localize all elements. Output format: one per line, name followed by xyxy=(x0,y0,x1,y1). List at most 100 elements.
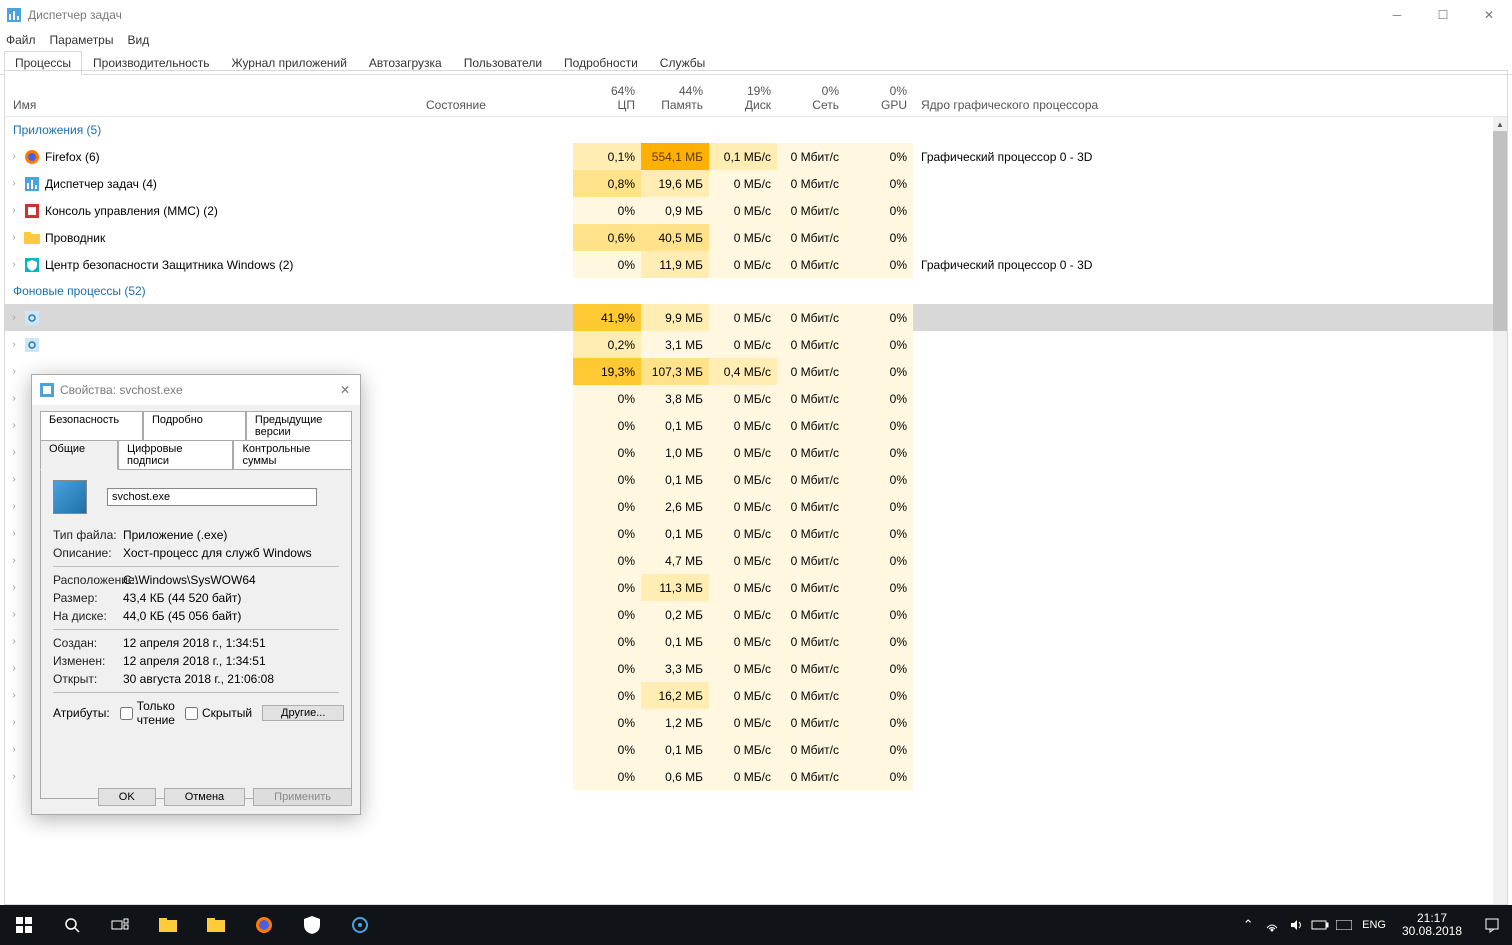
cell: 0% xyxy=(845,197,913,224)
expand-icon[interactable]: › xyxy=(5,205,23,216)
tray-volume-icon[interactable] xyxy=(1284,905,1308,945)
taskbar-settings[interactable] xyxy=(336,905,384,945)
hidden-checkbox[interactable]: Скрытый xyxy=(185,706,252,720)
cell: 0 Мбит/с xyxy=(777,628,845,655)
cell: 11,9 МБ xyxy=(641,251,709,278)
vertical-scrollbar[interactable]: ▲ xyxy=(1493,117,1507,904)
close-button[interactable]: ✕ xyxy=(1466,0,1512,30)
expand-icon[interactable]: › xyxy=(5,151,23,162)
tray-language[interactable]: ENG xyxy=(1356,919,1392,931)
cell: 0% xyxy=(573,682,641,709)
expand-icon[interactable]: › xyxy=(5,366,23,377)
cell: 0% xyxy=(573,466,641,493)
dlg-tab-general[interactable]: Общие xyxy=(40,440,118,470)
expand-icon[interactable]: › xyxy=(5,771,23,782)
dlg-tab-previous[interactable]: Предыдущие версии xyxy=(246,411,352,441)
process-name: Диспетчер задач (4) xyxy=(45,177,418,191)
expand-icon[interactable]: › xyxy=(5,447,23,458)
taskbar-defender[interactable] xyxy=(288,905,336,945)
col-memory[interactable]: 44%Память xyxy=(641,80,709,116)
menu-options[interactable]: Параметры xyxy=(50,33,114,47)
other-attributes-button[interactable]: Другие... xyxy=(262,705,344,721)
maximize-button[interactable]: ☐ xyxy=(1420,0,1466,30)
expand-icon[interactable]: › xyxy=(5,663,23,674)
taskview-button[interactable] xyxy=(96,905,144,945)
cell: 0 Мбит/с xyxy=(777,763,845,790)
expand-icon[interactable]: › xyxy=(5,312,23,323)
group-apps[interactable]: Приложения (5) xyxy=(5,117,1493,143)
readonly-checkbox[interactable]: Только чтение xyxy=(120,699,175,727)
dialog-apply-button[interactable]: Применить xyxy=(253,788,352,806)
process-row[interactable]: › Проводник 0,6% 40,5 МБ 0 МБ/с 0 Мбит/с… xyxy=(5,224,1493,251)
expand-icon[interactable]: › xyxy=(5,690,23,701)
tray-chevron-icon[interactable]: ⌃ xyxy=(1236,905,1260,945)
dialog-close-button[interactable]: ✕ xyxy=(336,381,354,399)
col-disk[interactable]: 19%Диск xyxy=(709,80,777,116)
process-icon xyxy=(23,230,41,246)
col-network[interactable]: 0%Сеть xyxy=(777,80,845,116)
expand-icon[interactable]: › xyxy=(5,609,23,620)
dlg-tab-security[interactable]: Безопасность xyxy=(40,411,143,441)
process-row[interactable]: › 0,2% 3,1 МБ 0 МБ/с 0 Мбит/с 0% xyxy=(5,331,1493,358)
expand-icon[interactable]: › xyxy=(5,178,23,189)
dialog-titlebar[interactable]: Свойства: svchost.exe ✕ xyxy=(32,375,360,405)
col-gpu-engine[interactable]: Ядро графического процессора xyxy=(913,94,1507,116)
cell: 3,1 МБ xyxy=(641,331,709,358)
menu-file[interactable]: Файл xyxy=(6,33,36,47)
process-row[interactable]: › Консоль управления (MMC) (2) 0% 0,9 МБ… xyxy=(5,197,1493,224)
process-row[interactable]: › Firefox (6) 0,1% 554,1 МБ 0,1 МБ/с 0 М… xyxy=(5,143,1493,170)
expand-icon[interactable]: › xyxy=(5,717,23,728)
cell: 0% xyxy=(845,709,913,736)
process-row[interactable]: › 41,9% 9,9 МБ 0 МБ/с 0 Мбит/с 0% xyxy=(5,304,1493,331)
expand-icon[interactable]: › xyxy=(5,474,23,485)
expand-icon[interactable]: › xyxy=(5,528,23,539)
expand-icon[interactable]: › xyxy=(5,636,23,647)
search-button[interactable] xyxy=(48,905,96,945)
tray-network-icon[interactable] xyxy=(1260,905,1284,945)
start-button[interactable] xyxy=(0,905,48,945)
process-row[interactable]: › Центр безопасности Защитника Windows (… xyxy=(5,251,1493,278)
expand-icon[interactable]: › xyxy=(5,393,23,404)
dlg-tab-signatures[interactable]: Цифровые подписи xyxy=(118,440,233,470)
tray-clock[interactable]: 21:17 30.08.2018 xyxy=(1392,912,1472,938)
col-state[interactable]: Состояние xyxy=(418,94,573,116)
scroll-thumb[interactable] xyxy=(1493,131,1507,331)
group-background[interactable]: Фоновые процессы (52) xyxy=(5,278,1493,304)
menu-view[interactable]: Вид xyxy=(127,33,149,47)
expand-icon[interactable]: › xyxy=(5,232,23,243)
cell: 0% xyxy=(573,251,641,278)
cell: 0 МБ/с xyxy=(709,763,777,790)
scroll-up-button[interactable]: ▲ xyxy=(1493,117,1507,131)
minimize-button[interactable]: ─ xyxy=(1374,0,1420,30)
cell: 0% xyxy=(573,574,641,601)
dlg-tab-checksums[interactable]: Контрольные суммы xyxy=(233,440,352,470)
taskbar-explorer-2[interactable] xyxy=(192,905,240,945)
taskbar-explorer[interactable] xyxy=(144,905,192,945)
cell: 0 Мбит/с xyxy=(777,304,845,331)
filename-input[interactable] xyxy=(107,488,317,506)
tray-battery-icon[interactable] xyxy=(1308,905,1332,945)
taskbar-firefox[interactable] xyxy=(240,905,288,945)
cell: 0,8% xyxy=(573,170,641,197)
expand-icon[interactable]: › xyxy=(5,555,23,566)
expand-icon[interactable]: › xyxy=(5,420,23,431)
col-gpu[interactable]: 0%GPU xyxy=(845,80,913,116)
expand-icon[interactable]: › xyxy=(5,744,23,755)
cell: 0 Мбит/с xyxy=(777,412,845,439)
expand-icon[interactable]: › xyxy=(5,339,23,350)
col-cpu[interactable]: 64%ЦП xyxy=(573,80,641,116)
cell: 3,3 МБ xyxy=(641,655,709,682)
taskbar[interactable]: ⌃ ENG 21:17 30.08.2018 xyxy=(0,905,1512,945)
expand-icon[interactable]: › xyxy=(5,582,23,593)
dialog-cancel-button[interactable]: Отмена xyxy=(164,788,245,806)
col-name[interactable]: Имя xyxy=(5,94,418,116)
tray-notifications-icon[interactable] xyxy=(1472,917,1512,933)
dialog-ok-button[interactable]: OK xyxy=(98,788,156,806)
process-row[interactable]: › Диспетчер задач (4) 0,8% 19,6 МБ 0 МБ/… xyxy=(5,170,1493,197)
dlg-tab-details[interactable]: Подробно xyxy=(143,411,246,441)
expand-icon[interactable]: › xyxy=(5,501,23,512)
cell: 0 МБ/с xyxy=(709,601,777,628)
tray-keyboard-icon[interactable] xyxy=(1332,905,1356,945)
expand-icon[interactable]: › xyxy=(5,259,23,270)
cell: 0% xyxy=(845,520,913,547)
